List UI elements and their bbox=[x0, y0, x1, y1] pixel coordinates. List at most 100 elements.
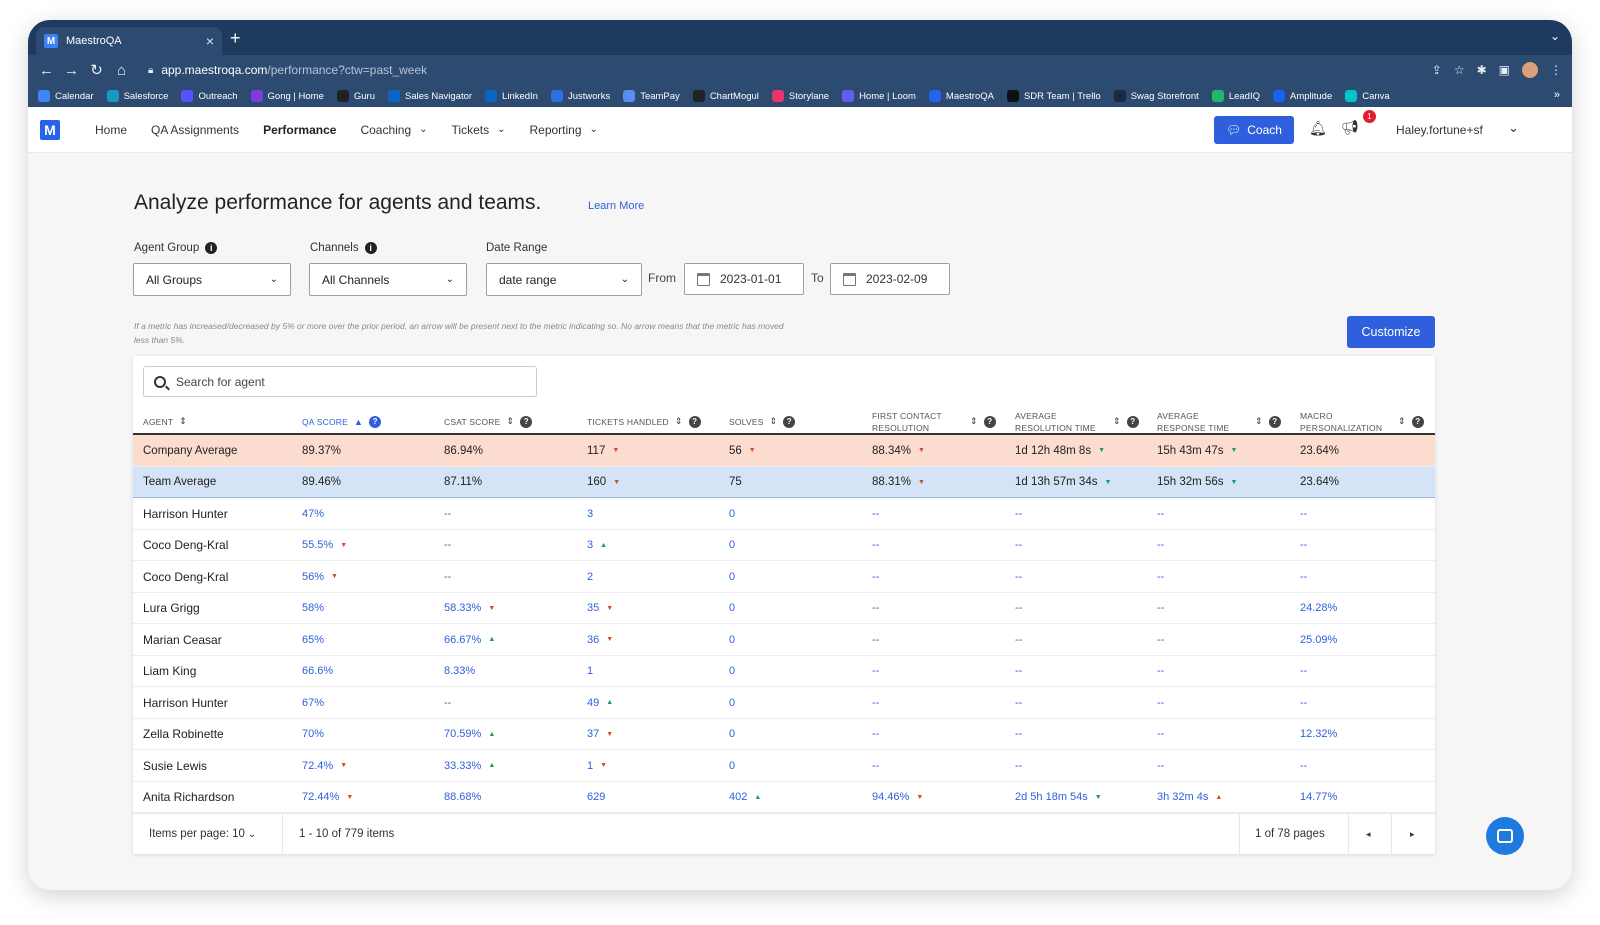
column-header-csat-score[interactable]: CSAT Score ⇕? bbox=[444, 408, 533, 435]
column-header-tickets-handled[interactable]: Tickets Handled ⇕? bbox=[587, 408, 701, 435]
nav-coaching[interactable]: Coaching ⌄ bbox=[360, 123, 427, 137]
help-icon[interactable]: ? bbox=[1411, 415, 1424, 428]
learn-more-link[interactable]: Learn More bbox=[588, 200, 644, 212]
bookmark-salesforce[interactable]: Salesforce bbox=[106, 90, 168, 102]
bookmark-amplitude[interactable]: Amplitude bbox=[1273, 90, 1332, 102]
bookmark-star-icon[interactable]: ☆ bbox=[1454, 63, 1465, 77]
column-header-average-resolution-time[interactable]: Average Resolution Time ⇕? bbox=[1015, 408, 1139, 435]
support-chat-button[interactable] bbox=[1486, 817, 1524, 855]
column-header-agent[interactable]: Agent ⇕ bbox=[143, 408, 187, 435]
coach-button[interactable]: 💬︎ Coach bbox=[1214, 116, 1294, 144]
company-average-row[interactable]: Company Average 89.37% 86.94% 117 ▼ 56 ▼ 88.34%… bbox=[133, 435, 1435, 467]
agent-search-input[interactable]: Search for agent bbox=[143, 366, 537, 397]
table-row[interactable]: Susie Lewis 72.4% ▼ 33.33% ▲ 1 ▼ 0 -- -- -- -- bbox=[133, 750, 1435, 782]
bookmark-leadiq[interactable]: LeadIQ bbox=[1211, 90, 1260, 102]
share-icon[interactable]: ⇪ bbox=[1432, 63, 1442, 77]
close-tab-icon[interactable]: × bbox=[206, 33, 214, 49]
nav-performance[interactable]: Performance bbox=[263, 123, 336, 137]
help-icon[interactable]: ? bbox=[520, 415, 533, 428]
help-icon[interactable]: ? bbox=[783, 415, 796, 428]
sort-icon[interactable]: ⇕ bbox=[675, 416, 683, 427]
help-icon[interactable]: ? bbox=[1268, 415, 1281, 428]
table-row[interactable]: Anita Richardson 72.44% ▼ 88.68% 629 402 ▲ 94.4… bbox=[133, 782, 1435, 813]
sort-icon[interactable]: ⇕ bbox=[1398, 416, 1406, 427]
browser-tab[interactable]: M MaestroQA × bbox=[36, 27, 222, 55]
agent-name-cell[interactable]: Harrison Hunter bbox=[143, 498, 228, 529]
table-row[interactable]: Harrison Hunter 47% -- 3 0 -- -- -- -- bbox=[133, 498, 1435, 530]
nav-home[interactable]: Home bbox=[95, 123, 127, 137]
help-icon[interactable]: ? bbox=[369, 415, 382, 428]
agent-name-cell[interactable]: Lura Grigg bbox=[143, 593, 200, 624]
nav-tickets[interactable]: Tickets ⌄ bbox=[452, 123, 506, 137]
sort-icon[interactable]: ⇕ bbox=[770, 416, 778, 427]
table-row[interactable]: Liam King 66.6% 8.33% 1 0 -- -- -- -- bbox=[133, 656, 1435, 687]
agent-name-cell[interactable]: Company Average bbox=[143, 435, 237, 466]
bookmark-gong-home[interactable]: Gong | Home bbox=[250, 90, 324, 102]
table-row[interactable]: Lura Grigg 58% 58.33% ▼ 35 ▼ 0 -- -- -- 24.28% bbox=[133, 593, 1435, 624]
user-menu-chevron-icon[interactable]: ⌄ bbox=[1508, 120, 1519, 136]
sort-icon[interactable]: ⇕ bbox=[1255, 416, 1263, 427]
bookmark-guru[interactable]: Guru bbox=[336, 90, 375, 102]
back-icon[interactable]: ← bbox=[34, 62, 59, 79]
items-per-page-select[interactable]: Items per page: 10 ⌄ bbox=[149, 814, 256, 854]
forward-icon[interactable]: → bbox=[59, 62, 84, 79]
bookmark-chartmogul[interactable]: ChartMogul bbox=[692, 90, 759, 102]
browser-menu-icon[interactable]: ⋮ bbox=[1550, 63, 1562, 77]
user-name[interactable]: Haley.fortune+sf bbox=[1396, 123, 1483, 137]
agent-name-cell[interactable]: Susie Lewis bbox=[143, 750, 207, 781]
more-bookmarks-icon[interactable]: » bbox=[1554, 89, 1560, 101]
agent-name-cell[interactable]: Coco Deng-Kral bbox=[143, 530, 228, 561]
bookmark-sdr-team-trello[interactable]: SDR Team | Trello bbox=[1006, 90, 1101, 102]
agent-name-cell[interactable]: Zella Robinette bbox=[143, 719, 224, 750]
bell-icon[interactable]: 🔔︎ bbox=[1309, 120, 1327, 137]
reload-icon[interactable]: ↻ bbox=[84, 61, 109, 79]
bookmark-calendar[interactable]: Calendar bbox=[38, 90, 94, 102]
sort-icon[interactable]: ⇕ bbox=[1113, 416, 1121, 427]
megaphone-icon[interactable]: 📢︎ bbox=[1341, 119, 1359, 136]
column-header-average-response-time[interactable]: Average Response Time ⇕? bbox=[1157, 408, 1281, 435]
help-icon[interactable]: ? bbox=[688, 415, 701, 428]
column-header-qa-score[interactable]: QA Score ▲? bbox=[302, 408, 382, 435]
date-range-select[interactable]: date range ⌄ bbox=[486, 263, 642, 296]
extensions-icon[interactable]: ✱ bbox=[1477, 63, 1487, 77]
bookmark-teampay[interactable]: TeamPay bbox=[623, 90, 680, 102]
sort-icon[interactable]: ⇕ bbox=[970, 416, 978, 427]
side-panel-icon[interactable]: ▣ bbox=[1499, 63, 1510, 77]
bookmark-maestroqa[interactable]: MaestroQA bbox=[928, 90, 994, 102]
address-bar[interactable]: 🔒︎ app.maestroqa.com/performance?ctw=pas… bbox=[138, 58, 1488, 82]
agent-name-cell[interactable]: Anita Richardson bbox=[143, 782, 234, 813]
table-row[interactable]: Harrison Hunter 67% -- 49 ▲ 0 -- -- -- -- bbox=[133, 687, 1435, 719]
new-tab-icon[interactable]: + bbox=[230, 28, 241, 49]
channels-select[interactable]: All Channels ⌄ bbox=[309, 263, 467, 296]
table-row[interactable]: Coco Deng-Kral 56% ▼ -- 2 0 -- -- -- -- bbox=[133, 561, 1435, 593]
bookmark-storylane[interactable]: Storylane bbox=[771, 90, 829, 102]
bookmark-swag-storefront[interactable]: Swag Storefront bbox=[1113, 90, 1199, 102]
customize-button[interactable]: Customize bbox=[1347, 316, 1435, 348]
agent-name-cell[interactable]: Team Average bbox=[143, 467, 216, 498]
info-icon[interactable]: i bbox=[364, 242, 377, 254]
agent-group-select[interactable]: All Groups ⌄ bbox=[133, 263, 291, 296]
next-page-icon[interactable]: ▸ bbox=[1410, 814, 1415, 854]
to-date-input[interactable]: 2023-02-09 bbox=[830, 263, 950, 295]
tab-search-chevron-icon[interactable]: ⌄ bbox=[1550, 29, 1560, 43]
profile-avatar[interactable] bbox=[1522, 62, 1538, 78]
help-icon[interactable]: ? bbox=[1126, 415, 1139, 428]
column-header-first-contact-resolution[interactable]: First Contact Resolution ⇕? bbox=[872, 408, 996, 435]
agent-name-cell[interactable]: Marian Ceasar bbox=[143, 624, 222, 655]
bookmark-home-loom[interactable]: Home | Loom bbox=[842, 90, 916, 102]
table-row[interactable]: Coco Deng-Kral 55.5% ▼ -- 3 ▲ 0 -- -- -- -- bbox=[133, 530, 1435, 561]
bookmark-linkedin[interactable]: LinkedIn bbox=[485, 90, 538, 102]
from-date-input[interactable]: 2023-01-01 bbox=[684, 263, 804, 295]
bookmark-canva[interactable]: Canva bbox=[1345, 90, 1390, 102]
nav-qa-assignments[interactable]: QA Assignments bbox=[151, 123, 239, 137]
sort-icon[interactable]: ⇕ bbox=[179, 416, 187, 427]
nav-reporting[interactable]: Reporting ⌄ bbox=[529, 123, 597, 137]
maestroqa-logo[interactable]: M bbox=[40, 119, 60, 140]
home-icon[interactable]: ⌂ bbox=[109, 62, 134, 79]
bookmark-sales-navigator[interactable]: Sales Navigator bbox=[387, 90, 472, 102]
bookmark-outreach[interactable]: Outreach bbox=[181, 90, 238, 102]
team-average-row[interactable]: Team Average 89.46% 87.11% 160 ▼ 75 88.31% ▼ 1d … bbox=[133, 466, 1435, 498]
prev-page-icon[interactable]: ◂ bbox=[1366, 814, 1371, 854]
table-row[interactable]: Zella Robinette 70% 70.59% ▲ 37 ▼ 0 -- -- -- 12.32… bbox=[133, 719, 1435, 750]
sort-ascending-icon[interactable]: ▲ bbox=[354, 417, 363, 427]
